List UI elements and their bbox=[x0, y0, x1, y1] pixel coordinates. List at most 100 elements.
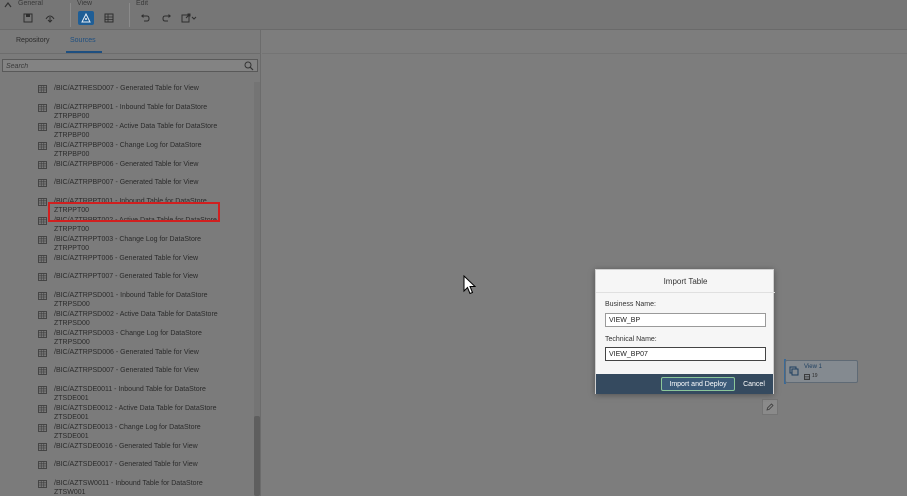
table-view-icon[interactable] bbox=[101, 11, 117, 25]
view-node[interactable]: View 1 19 bbox=[785, 360, 858, 383]
table-icon bbox=[38, 160, 47, 169]
list-item[interactable]: /BIC/AZTRPPT007 - Generated Table for Vi… bbox=[38, 272, 248, 281]
list-item[interactable]: /BIC/AZTRPPT003 - Change Log for DataSto… bbox=[38, 235, 248, 253]
list-item[interactable]: /BIC/AZTRPPT006 - Generated Table for Vi… bbox=[38, 254, 248, 263]
tab-sources[interactable]: Sources bbox=[70, 37, 96, 44]
list-item[interactable]: /BIC/AZTRPSD002 - Active Data Table for … bbox=[38, 310, 248, 328]
table-icon bbox=[38, 479, 47, 488]
list-item[interactable]: /BIC/AZTRPBP006 - Generated Table for Vi… bbox=[38, 160, 248, 169]
list-item[interactable]: /BIC/AZTRPSD006 - Generated Table for Vi… bbox=[38, 348, 248, 357]
list-item[interactable]: /BIC/AZTRESD007 - Generated Table for Vi… bbox=[38, 84, 248, 93]
list-item-label: /BIC/AZTRPBP007 - Generated Table for Vi… bbox=[54, 178, 198, 187]
table-icon bbox=[38, 385, 47, 394]
list-item-name: /BIC/AZTRESD007 - Generated Table for Vi… bbox=[54, 85, 199, 92]
cancel-button[interactable]: Cancel bbox=[739, 377, 769, 391]
list-item-label: /BIC/AZTRESD007 - Generated Table for Vi… bbox=[54, 84, 199, 93]
list-item-name: /BIC/AZTSDE0013 - Change Log for DataSto… bbox=[54, 423, 201, 431]
list-item[interactable]: /BIC/AZTSDE0012 - Active Data Table for … bbox=[38, 404, 248, 422]
node-column-count: 19 bbox=[812, 373, 818, 379]
list-item[interactable]: /BIC/AZTRPSD007 - Generated Table for Vi… bbox=[38, 366, 248, 375]
chevron-up-icon[interactable] bbox=[2, 0, 14, 10]
canvas-header-divider bbox=[262, 53, 907, 54]
toolbar-group-edit: Edit bbox=[136, 0, 206, 30]
technical-name-field[interactable] bbox=[605, 347, 766, 361]
list-item-name: /BIC/AZTSDE0012 - Active Data Table for … bbox=[54, 404, 217, 412]
redo-icon[interactable] bbox=[159, 11, 175, 25]
list-item-datastore: ZTRPBP00 bbox=[54, 112, 90, 120]
table-icon bbox=[38, 216, 47, 225]
scrollbar-thumb[interactable] bbox=[254, 416, 260, 496]
search-icon[interactable] bbox=[244, 61, 254, 71]
list-item-name: /BIC/AZTRPSD002 - Active Data Table for … bbox=[54, 310, 218, 318]
technical-name-label: Technical Name: bbox=[605, 336, 657, 343]
list-item-label: /BIC/AZTRPSD002 - Active Data Table for … bbox=[54, 310, 218, 328]
table-icon bbox=[38, 197, 47, 206]
list-item-datastore: ZTRPBP00 bbox=[54, 131, 90, 139]
list-item[interactable]: /BIC/AZTRPBP001 - Inbound Table for Data… bbox=[38, 103, 248, 121]
table-icon bbox=[38, 103, 47, 112]
list-item-datastore: ZTRPPT00 bbox=[54, 225, 90, 233]
list-item-name: /BIC/AZTRPBP002 - Active Data Table for … bbox=[54, 122, 218, 130]
list-item-label: /BIC/AZTSDE0012 - Active Data Table for … bbox=[54, 404, 217, 422]
toolbar-group-view: View bbox=[77, 0, 129, 30]
list-item-datastore: ZTSDE001 bbox=[54, 432, 89, 440]
import-table-dialog: Import Table Business Name: Technical Na… bbox=[595, 269, 775, 394]
search-box bbox=[2, 59, 258, 72]
list-item-label: /BIC/AZTSW0011 - Inbound Table for DataS… bbox=[54, 479, 203, 496]
table-icon bbox=[38, 348, 47, 357]
list-item-label: /BIC/AZTRPPT007 - Generated Table for Vi… bbox=[54, 272, 198, 281]
list-item[interactable]: /BIC/AZTRPBP002 - Active Data Table for … bbox=[38, 122, 248, 140]
list-item[interactable]: /BIC/AZTSW0011 - Inbound Table for DataS… bbox=[38, 479, 248, 496]
list-item[interactable]: /BIC/AZTSDE0016 - Generated Table for Vi… bbox=[38, 442, 248, 451]
list-item-name: /BIC/AZTRPBP003 - Change Log for DataSto… bbox=[54, 141, 202, 149]
toolbar-separator bbox=[70, 3, 71, 27]
search-input[interactable] bbox=[6, 61, 236, 71]
list-item[interactable]: /BIC/AZTSDE0017 - Generated Table for Vi… bbox=[38, 460, 248, 469]
node-title: View 1 bbox=[804, 364, 822, 370]
list-item-name: /BIC/AZTRPBP001 - Inbound Table for Data… bbox=[54, 103, 208, 111]
export-icon[interactable] bbox=[178, 11, 200, 25]
mouse-cursor-icon bbox=[463, 275, 477, 295]
list-item-label: /BIC/AZTRPPT003 - Change Log for DataSto… bbox=[54, 235, 201, 253]
selection-highlight bbox=[48, 202, 220, 222]
list-item[interactable]: /BIC/AZTSDE0013 - Change Log for DataSto… bbox=[38, 423, 248, 441]
save-icon[interactable] bbox=[20, 11, 36, 25]
tab-repository[interactable]: Repository bbox=[16, 37, 49, 44]
list-item-name: /BIC/AZTRPSD003 - Change Log for DataSto… bbox=[54, 329, 202, 337]
list-item-datastore: ZTRPPT00 bbox=[54, 244, 90, 252]
table-icon bbox=[38, 404, 47, 413]
graph-view-icon[interactable] bbox=[78, 11, 94, 25]
list-item-label: /BIC/AZTRPSD003 - Change Log for DataSto… bbox=[54, 329, 202, 347]
undo-icon[interactable] bbox=[137, 11, 153, 25]
modeling-canvas[interactable] bbox=[262, 30, 907, 496]
list-scrollbar[interactable] bbox=[254, 82, 260, 496]
node-edit-button[interactable] bbox=[762, 399, 778, 415]
list-item-name: /BIC/AZTRPPT006 - Generated Table for Vi… bbox=[54, 254, 199, 262]
source-browser-panel: Repository Sources /BIC/AZTRESD007 - Gen… bbox=[0, 30, 261, 496]
table-icon bbox=[38, 367, 47, 375]
list-item-label: /BIC/AZTRPBP002 - Active Data Table for … bbox=[54, 122, 217, 140]
list-item-name: /BIC/AZTRPSD007 - Generated Table for Vi… bbox=[54, 367, 199, 374]
active-tab-indicator bbox=[66, 51, 102, 53]
table-icon bbox=[38, 291, 47, 300]
deploy-icon[interactable] bbox=[42, 11, 58, 25]
business-name-label: Business Name: bbox=[605, 301, 656, 308]
source-table-list: /BIC/AZTRESD007 - Generated Table for Vi… bbox=[0, 82, 252, 496]
list-item-label: /BIC/AZTSDE0016 - Generated Table for Vi… bbox=[54, 442, 198, 451]
list-item-label: /BIC/AZTRPSD007 - Generated Table for Vi… bbox=[54, 366, 199, 375]
list-item[interactable]: /BIC/AZTRPBP007 - Generated Table for Vi… bbox=[38, 178, 248, 187]
import-and-deploy-button[interactable]: Import and Deploy bbox=[661, 377, 735, 391]
table-icon bbox=[38, 85, 47, 93]
toolbar-separator bbox=[129, 3, 130, 27]
list-item-label: /BIC/AZTRPBP006 - Generated Table for Vi… bbox=[54, 160, 198, 169]
list-item-name: /BIC/AZTRPBP007 - Generated Table for Vi… bbox=[54, 179, 199, 186]
list-item[interactable]: /BIC/AZTRPSD001 - Inbound Table for Data… bbox=[38, 291, 248, 309]
list-item-label: /BIC/AZTSDE0013 - Change Log for DataSto… bbox=[54, 423, 201, 441]
list-item[interactable]: /BIC/AZTRPBP003 - Change Log for DataSto… bbox=[38, 141, 248, 159]
business-name-field[interactable] bbox=[605, 313, 766, 327]
panel-tabs: Repository Sources bbox=[0, 30, 261, 54]
table-icon bbox=[38, 122, 47, 131]
list-item[interactable]: /BIC/AZTRPSD003 - Change Log for DataSto… bbox=[38, 329, 248, 347]
list-item[interactable]: /BIC/AZTSDE0011 - Inbound Table for Data… bbox=[38, 385, 248, 403]
toolbar-group-label: View bbox=[77, 0, 93, 7]
